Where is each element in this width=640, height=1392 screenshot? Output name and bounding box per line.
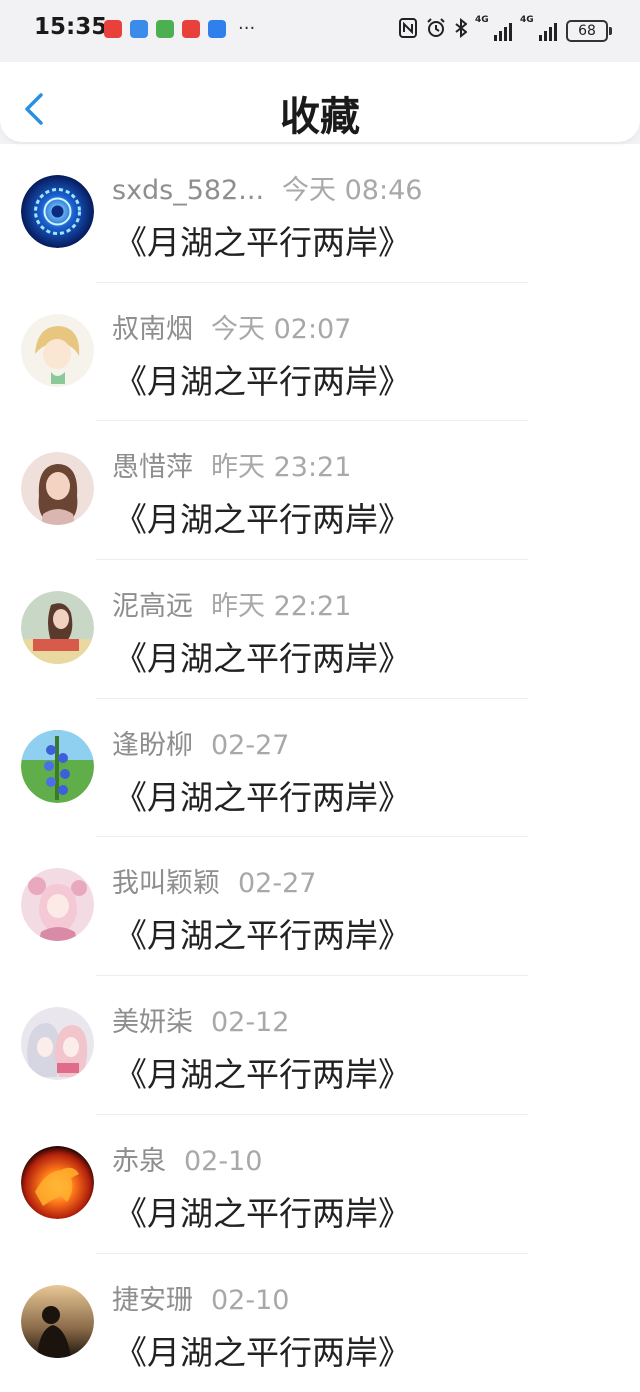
list-item[interactable]: 泥高远昨天 22:21 《月湖之平行两岸》 bbox=[0, 560, 640, 699]
list-item[interactable]: 捷安珊 02-10 《月湖之平行两岸》 bbox=[0, 1254, 640, 1392]
avatar[interactable] bbox=[21, 175, 94, 248]
book-title: 《月湖之平行两岸》 bbox=[114, 216, 411, 264]
avatar[interactable] bbox=[21, 730, 94, 803]
list-item[interactable]: 愚惜萍昨天 23:21 《月湖之平行两岸》 bbox=[0, 421, 640, 560]
status-bar: 15:35 ··· 4G 4G 68 bbox=[0, 0, 640, 62]
avatar[interactable] bbox=[21, 868, 94, 941]
signal-4g-icon: 4G bbox=[476, 21, 512, 41]
timestamp: 02-10 bbox=[211, 1285, 289, 1316]
timestamp: 今天 02:07 bbox=[211, 314, 351, 345]
timestamp: 02-10 bbox=[184, 1146, 262, 1177]
nfc-icon bbox=[399, 18, 417, 44]
book-title: 《月湖之平行两岸》 bbox=[114, 355, 411, 403]
signal-4g-icon-2: 4G bbox=[521, 21, 557, 41]
avatar[interactable] bbox=[21, 314, 94, 387]
battery-icon: 68 bbox=[566, 20, 608, 42]
user-name: 捷安珊 bbox=[112, 1285, 193, 1316]
favorites-list: sxds_582... 今天 08:46 《月湖之平行两岸》 叔南烟今天 02:0… bbox=[0, 144, 640, 1392]
timestamp: 02-27 bbox=[211, 730, 289, 761]
status-time: 15:35 bbox=[34, 14, 107, 40]
list-item[interactable]: 美妍柒 02-12 《月湖之平行两岸》 bbox=[0, 976, 640, 1115]
book-title: 《月湖之平行两岸》 bbox=[114, 1326, 411, 1374]
user-name: 泥高远 bbox=[112, 591, 193, 622]
notification-apps: ··· bbox=[104, 20, 255, 38]
timestamp: 昨天 23:21 bbox=[211, 452, 351, 483]
more-notifications-icon: ··· bbox=[238, 20, 255, 38]
search-app-icon bbox=[208, 20, 226, 38]
list-item[interactable]: 赤泉 02-10 《月湖之平行两岸》 bbox=[0, 1115, 640, 1254]
user-name: 愚惜萍 bbox=[112, 452, 193, 483]
list-item[interactable]: 叔南烟今天 02:07 《月湖之平行两岸》 bbox=[0, 283, 640, 422]
panda-app-icon bbox=[156, 20, 174, 38]
book-title: 《月湖之平行两岸》 bbox=[114, 771, 411, 819]
timestamp: 02-12 bbox=[211, 1007, 289, 1038]
alarm-icon bbox=[426, 18, 446, 44]
list-item[interactable]: 我叫颖颖 02-27 《月湖之平行两岸》 bbox=[0, 837, 640, 976]
huawei-app-icon-2 bbox=[182, 20, 200, 38]
list-item[interactable]: sxds_582... 今天 08:46 《月湖之平行两岸》 bbox=[0, 144, 640, 283]
page-title: 收藏 bbox=[0, 84, 640, 142]
user-name: 逢盼柳 bbox=[112, 730, 193, 761]
system-status: 4G 4G 68 bbox=[399, 18, 608, 44]
list-item[interactable]: 逢盼柳 02-27 《月湖之平行两岸》 bbox=[0, 699, 640, 838]
user-name: 叔南烟 bbox=[112, 314, 193, 345]
book-title: 《月湖之平行两岸》 bbox=[114, 1187, 411, 1235]
book-title: 《月湖之平行两岸》 bbox=[114, 909, 411, 957]
browser-app-icon bbox=[130, 20, 148, 38]
timestamp: 昨天 22:21 bbox=[211, 591, 351, 622]
user-name: 美妍柒 bbox=[112, 1007, 193, 1038]
avatar[interactable] bbox=[21, 452, 94, 525]
user-name: sxds_582... bbox=[112, 175, 264, 206]
bluetooth-icon bbox=[455, 18, 467, 44]
avatar[interactable] bbox=[21, 1285, 94, 1358]
huawei-app-icon bbox=[104, 20, 122, 38]
book-title: 《月湖之平行两岸》 bbox=[114, 493, 411, 541]
user-name: 我叫颖颖 bbox=[112, 868, 220, 899]
avatar[interactable] bbox=[21, 1007, 94, 1080]
avatar[interactable] bbox=[21, 1146, 94, 1219]
avatar[interactable] bbox=[21, 591, 94, 664]
user-name: 赤泉 bbox=[112, 1146, 166, 1177]
book-title: 《月湖之平行两岸》 bbox=[114, 632, 411, 680]
timestamp: 02-27 bbox=[238, 868, 316, 899]
book-title: 《月湖之平行两岸》 bbox=[114, 1048, 411, 1096]
timestamp: 今天 08:46 bbox=[282, 175, 422, 206]
